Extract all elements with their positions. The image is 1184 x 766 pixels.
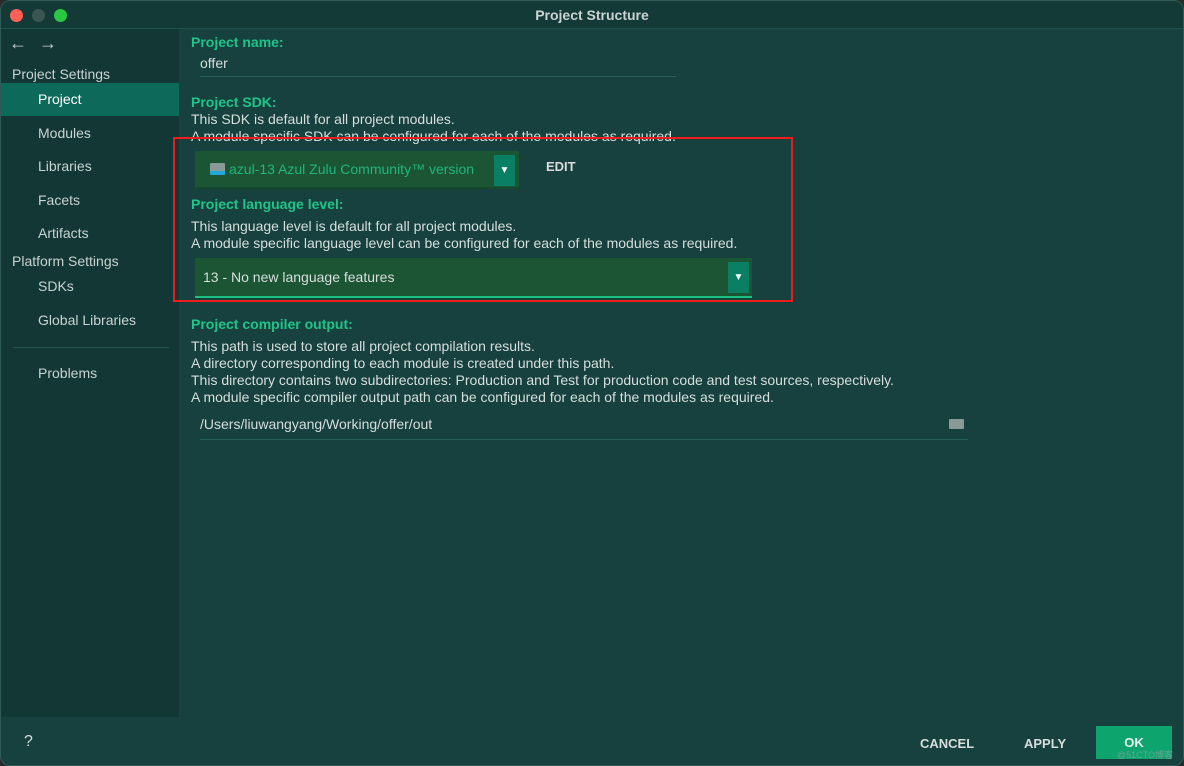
project-name-value: offer	[200, 55, 228, 71]
out-desc-2: A directory corresponding to each module…	[191, 355, 615, 371]
project-name-input[interactable]: offer	[200, 55, 676, 77]
project-structure-window: Project Structure ← → Project Settings Pr…	[0, 0, 1184, 766]
title-bar: Project Structure	[1, 1, 1183, 29]
highlight-box	[173, 137, 793, 302]
apply-button[interactable]: APPLY	[1024, 736, 1066, 751]
sidebar-item-libraries[interactable]: Libraries	[1, 150, 179, 183]
dialog-footer: ? CANCEL APPLY OK @51CTO博客	[1, 717, 1183, 765]
out-desc-1: This path is used to store all project c…	[191, 338, 535, 354]
section-platform-settings: Platform Settings	[12, 253, 119, 269]
sidebar-item-modules[interactable]: Modules	[1, 117, 179, 150]
sidebar-item-artifacts[interactable]: Artifacts	[1, 217, 179, 250]
back-arrow-icon[interactable]: ←	[9, 33, 27, 54]
sidebar-item-facets[interactable]: Facets	[1, 184, 179, 217]
sidebar-item-problems[interactable]: Problems	[1, 357, 179, 390]
forward-arrow-icon[interactable]: →	[39, 33, 57, 54]
zoom-button[interactable]	[54, 9, 67, 22]
window-title: Project Structure	[535, 7, 649, 23]
sidebar-item-project[interactable]: Project	[1, 83, 179, 116]
section-project-settings: Project Settings	[12, 66, 111, 82]
project-sdk-label: Project SDK:	[191, 94, 277, 110]
sidebar: ← → Project Settings Project Modules Libr…	[1, 29, 179, 717]
help-button[interactable]: ?	[24, 733, 33, 751]
project-settings-panel: Project name: offer Project SDK: This SD…	[179, 29, 1183, 717]
close-button[interactable]	[10, 9, 23, 22]
compiler-output-label: Project compiler output:	[191, 316, 353, 332]
watermark: @51CTO博客	[1117, 750, 1173, 760]
minimize-button[interactable]	[32, 9, 45, 22]
compiler-output-value: /Users/liuwangyang/Working/offer/out	[200, 416, 433, 432]
sidebar-item-global-libraries[interactable]: Global Libraries	[1, 304, 179, 337]
compiler-output-input[interactable]: /Users/liuwangyang/Working/offer/out	[200, 416, 968, 440]
divider	[13, 347, 169, 348]
out-desc-3: This directory contains two subdirectori…	[191, 372, 894, 388]
project-name-label: Project name:	[191, 34, 284, 50]
folder-open-icon[interactable]	[949, 419, 964, 429]
cancel-button[interactable]: CANCEL	[920, 736, 974, 751]
sdk-desc-1: This SDK is default for all project modu…	[191, 111, 455, 127]
sidebar-item-sdks[interactable]: SDKs	[1, 270, 179, 303]
out-desc-4: A module specific compiler output path c…	[191, 389, 774, 405]
